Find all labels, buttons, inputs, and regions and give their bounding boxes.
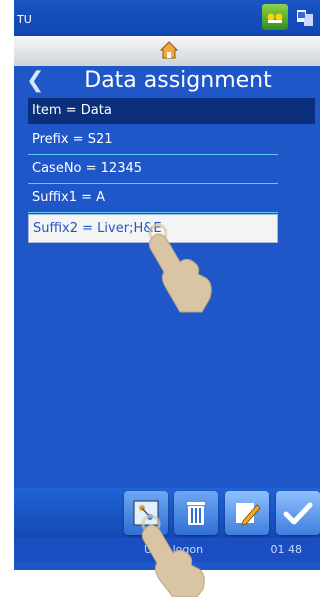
checkmark-icon [283, 502, 313, 525]
list-item-prefix[interactable]: Prefix = S21 [28, 126, 278, 155]
network-icon[interactable] [294, 4, 316, 30]
title-bar: ❮ Data assignment [14, 66, 320, 96]
list-item-suffix1[interactable]: Suffix1 = A [28, 184, 278, 213]
status-icons [262, 4, 316, 30]
list-header: Item = Data [28, 98, 315, 124]
home-bar [14, 36, 320, 66]
status-bar: TU [14, 0, 320, 36]
tap-hand-icon-toolbar [141, 514, 205, 597]
edit-button[interactable] [225, 491, 269, 535]
device-id: TU [17, 13, 32, 26]
printer-status-icon[interactable] [262, 4, 288, 30]
time-label: 01 48 [270, 543, 303, 556]
page-title: Data assignment [84, 68, 272, 93]
confirm-button[interactable] [276, 491, 320, 535]
list-item-caseno[interactable]: CaseNo = 12345 [28, 155, 278, 184]
tap-hand-icon [148, 223, 212, 313]
edit-icon [236, 503, 261, 526]
home-icon[interactable] [159, 40, 179, 60]
